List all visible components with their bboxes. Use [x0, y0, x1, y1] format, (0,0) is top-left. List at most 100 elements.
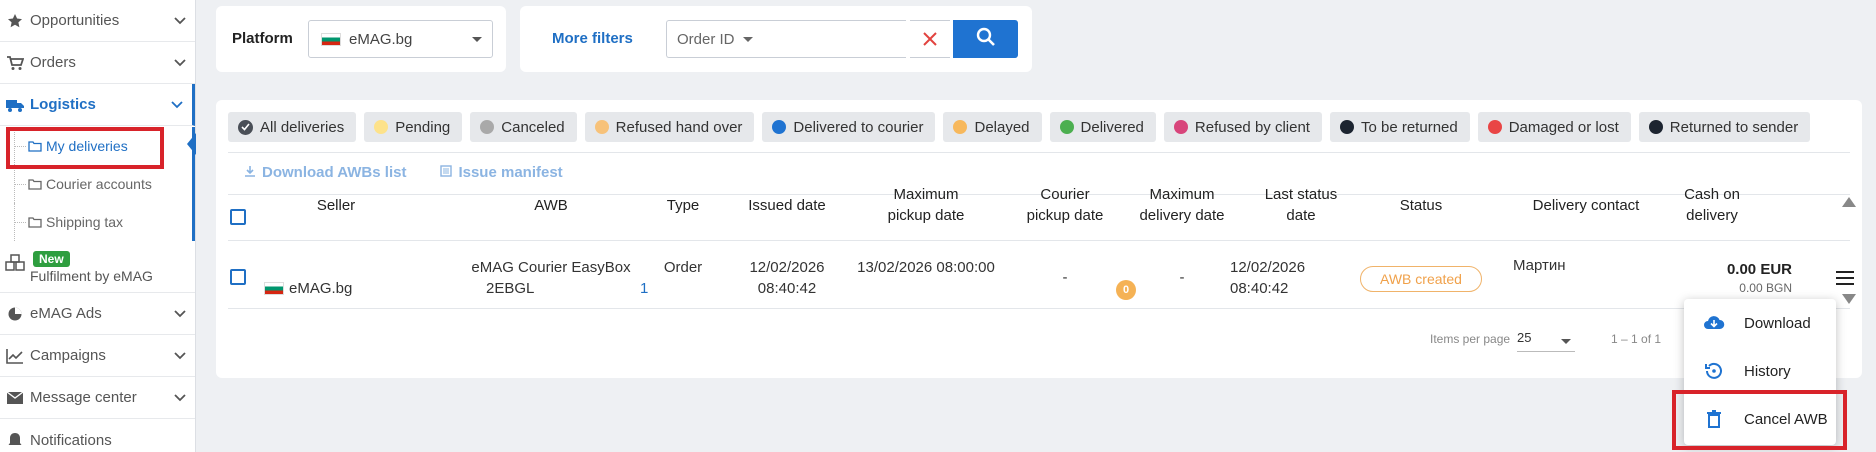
scroll-down-icon[interactable]	[1842, 294, 1856, 304]
sidebar-subitem-label: Shipping tax	[46, 214, 124, 230]
status-chip[interactable]: Refused hand over	[584, 112, 755, 142]
line-chart-icon	[0, 348, 30, 364]
status-chip[interactable]: Refused by client	[1163, 112, 1322, 142]
more-filters-link[interactable]: More filters	[552, 30, 633, 47]
sidebar-item-campaigns[interactable]: Campaigns	[0, 335, 195, 377]
header-status[interactable]: Status	[1360, 195, 1482, 216]
status-chip[interactable]: Delivered to courier	[762, 112, 936, 142]
sidebar-subitem-courier-accounts[interactable]: Courier accounts	[0, 165, 195, 203]
sidebar: Opportunities Orders Logistics My delive…	[0, 0, 196, 452]
sidebar-item-opportunities[interactable]: Opportunities	[0, 0, 195, 42]
new-badge: New	[33, 251, 70, 267]
chevron-down-icon	[165, 309, 195, 318]
status-chip[interactable]: Damaged or lost	[1477, 112, 1631, 142]
sidebar-item-label: Notifications	[30, 431, 112, 449]
status-dot-icon	[1339, 120, 1354, 134]
sidebar-subitem-label: Courier accounts	[46, 176, 152, 192]
items-per-page-label: Items per page	[1430, 332, 1511, 346]
highlight-box	[1672, 390, 1847, 450]
menu-item-history[interactable]: History	[1684, 347, 1836, 395]
header-courier-pickup-date[interactable]: Courier pickup date	[1010, 184, 1120, 226]
menu-item-download[interactable]: Download	[1684, 299, 1836, 347]
bulgaria-flag-icon	[264, 282, 284, 295]
status-chip-label: Refused hand over	[615, 118, 743, 136]
status-chip-label: Delivered	[1080, 118, 1144, 136]
last-status-date-cell: 12/02/2026 08:40:42	[1230, 259, 1306, 297]
hamburger-menu-icon[interactable]	[1836, 271, 1854, 289]
folder-icon	[28, 178, 42, 190]
check-circle-icon	[238, 119, 253, 135]
chevron-down-icon	[165, 393, 195, 402]
header-last-status-date[interactable]: Last status date	[1246, 184, 1356, 226]
sidebar-subitem-shipping-tax[interactable]: Shipping tax	[0, 203, 195, 241]
seller-cell: eMAG.bg	[264, 278, 352, 299]
scroll-up-icon[interactable]	[1842, 197, 1856, 207]
cod-cell: 0.00 EUR 0.00 BGN	[1726, 261, 1792, 295]
sidebar-item-fulfilment[interactable]: Fulfilment by eMAG	[0, 241, 195, 293]
sidebar-item-logistics[interactable]: Logistics	[0, 84, 195, 126]
select-all-checkbox[interactable]	[230, 209, 246, 225]
chevron-down-icon	[165, 58, 195, 67]
platform-card: Platform eMAG.bg	[216, 6, 506, 72]
header-max-pickup-date[interactable]: Maximum pickup date	[846, 184, 1006, 226]
active-pointer	[187, 133, 196, 155]
caret-down-icon	[1561, 338, 1571, 344]
highlight-box	[6, 127, 164, 169]
awb-suffix[interactable]: 1	[640, 278, 648, 299]
status-chip[interactable]: Canceled	[470, 112, 577, 142]
row-checkbox[interactable]	[230, 269, 246, 285]
status-chip-label: Returned to sender	[1669, 118, 1799, 136]
order-id-field[interactable]: Order ID	[666, 20, 906, 58]
chevron-down-icon	[165, 351, 195, 360]
header-issued-date[interactable]: Issued date	[732, 195, 842, 216]
issued-date-cell: 12/02/2026 08:40:42	[749, 259, 825, 297]
cart-icon	[0, 55, 30, 71]
bulgaria-flag-icon	[321, 32, 341, 46]
sidebar-item-label: Fulfilment by eMAG	[30, 268, 153, 284]
platform-value: eMAG.bg	[349, 30, 413, 48]
folder-icon	[28, 216, 42, 228]
sidebar-item-label: Logistics	[30, 96, 96, 113]
status-dot-icon	[953, 120, 968, 134]
header-type[interactable]: Type	[648, 195, 718, 216]
status-chip[interactable]: Pending	[364, 112, 463, 142]
header-max-delivery-date[interactable]: Maximum delivery date	[1122, 184, 1242, 226]
chevron-down-icon	[162, 100, 192, 109]
sidebar-item-notifications[interactable]: Notifications	[0, 419, 195, 452]
status-chip-label: Pending	[395, 118, 451, 136]
issue-manifest-link[interactable]: Issue manifest	[440, 164, 563, 181]
sidebar-item-message-center[interactable]: Message center	[0, 377, 195, 419]
platform-select[interactable]: eMAG.bg	[308, 20, 493, 58]
header-delivery-contact[interactable]: Delivery contact	[1506, 195, 1666, 216]
boxes-icon	[0, 253, 30, 272]
status-chip[interactable]: All deliveries	[228, 112, 357, 142]
status-chip-label: To be returned	[1360, 118, 1458, 136]
status-dot-icon	[1173, 120, 1188, 134]
status-chip[interactable]: Delivered	[1049, 112, 1156, 142]
search-button[interactable]	[953, 20, 1018, 58]
max-delivery-cell: -	[1179, 269, 1185, 286]
header-awb[interactable]: AWB	[486, 195, 616, 216]
sidebar-item-label: Orders	[30, 54, 76, 71]
status-badge: AWB created	[1360, 266, 1482, 292]
status-chip[interactable]: To be returned	[1329, 112, 1470, 142]
status-chip-label: All deliveries	[260, 118, 345, 136]
sidebar-item-orders[interactable]: Orders	[0, 42, 195, 84]
items-per-page-select[interactable]: 25	[1517, 330, 1575, 352]
clear-icon[interactable]	[910, 20, 950, 58]
header-seller[interactable]: Seller	[286, 174, 386, 216]
star-icon	[0, 13, 30, 29]
sidebar-item-label: Message center	[30, 389, 137, 406]
status-chip-label: Damaged or lost	[1508, 118, 1619, 136]
status-dot-icon	[1487, 120, 1502, 134]
cloud-download-icon	[1684, 315, 1744, 331]
status-filter-row: All deliveries Pending Canceled Refused han…	[228, 112, 1811, 142]
filters-card: More filters Order ID	[520, 6, 1032, 72]
sidebar-item-emag-ads[interactable]: eMAG Ads	[0, 293, 195, 335]
status-chip-label: Delivered to courier	[793, 118, 924, 136]
status-chip[interactable]: Returned to sender	[1638, 112, 1811, 142]
platform-label: Platform	[232, 30, 293, 47]
status-chip[interactable]: Delayed	[943, 112, 1042, 142]
awb-cell[interactable]: eMAG Courier EasyBox 2EBGL	[456, 257, 646, 299]
header-cash-on-delivery[interactable]: Cash on delivery	[1662, 184, 1762, 226]
